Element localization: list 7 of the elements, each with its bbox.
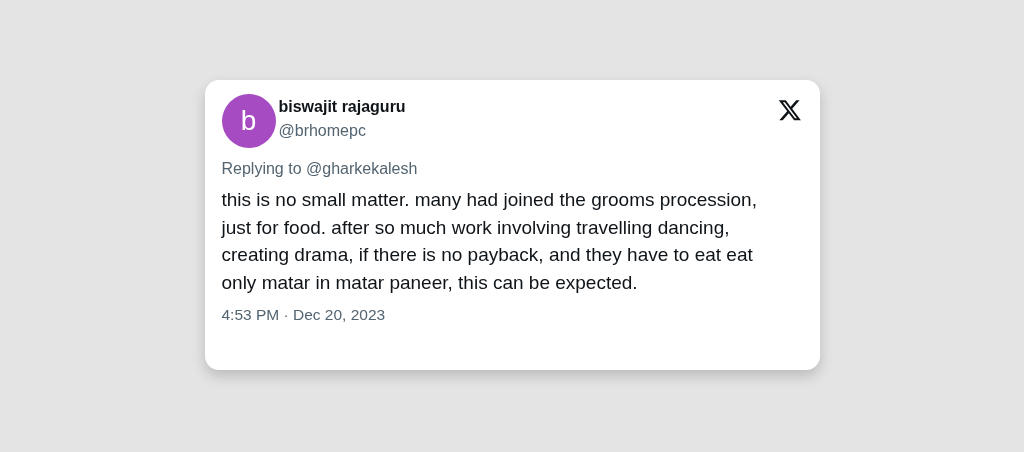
replying-to-text: Replying to @gharkekalesh xyxy=(221,160,419,178)
avatar: b xyxy=(221,94,276,148)
timestamp: 4:53 PM · Dec 20, 2023 xyxy=(221,306,387,324)
display-name: biswajit rajaguru xyxy=(278,98,407,116)
x-logo-icon xyxy=(777,98,802,122)
tweet-text: this is no small matter. many had joined the grooms procession, just for food. after so much work involving travelling dancing, creating drama, if there is no payback, and they have to eat eat only matar in matar paneer, this can be expected. xyxy=(221,188,758,295)
user-handle: @brhomepc xyxy=(278,122,367,140)
